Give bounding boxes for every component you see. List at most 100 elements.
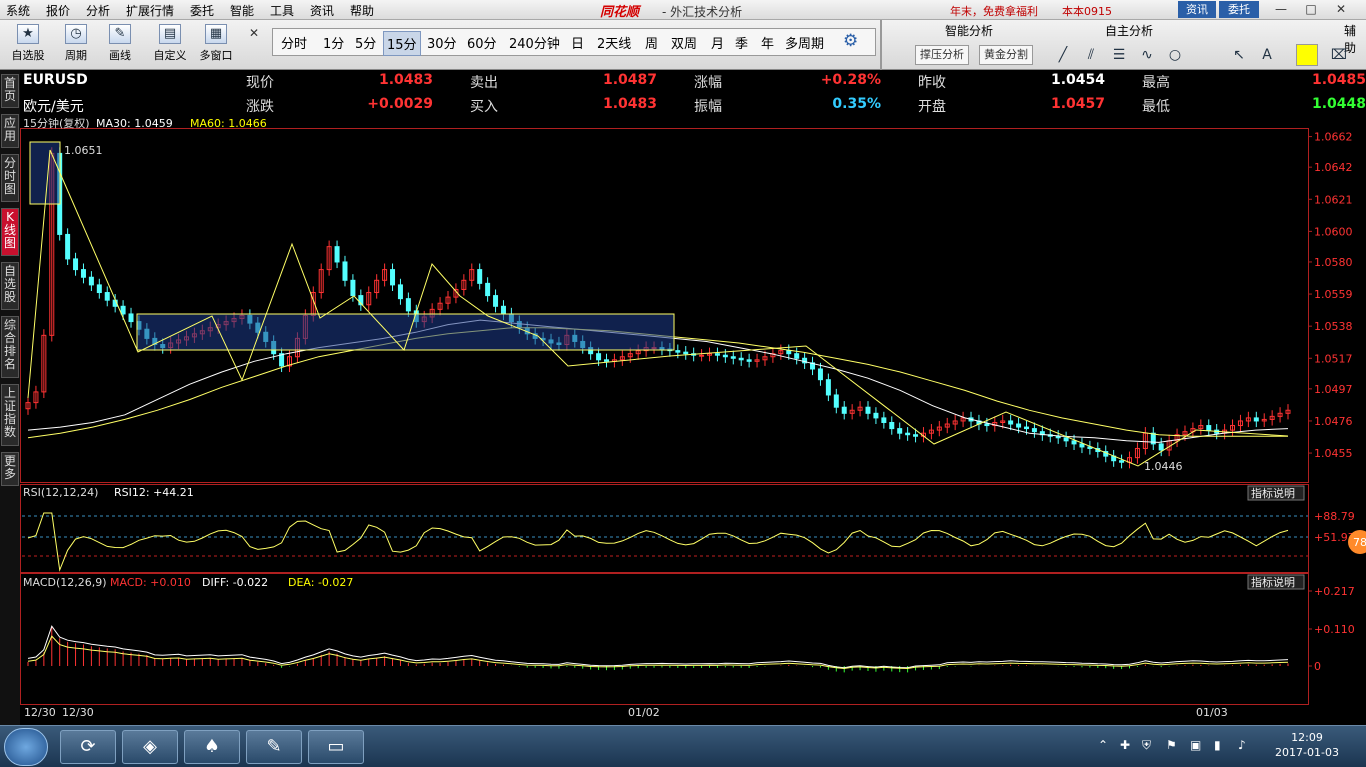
explain-label-1: 指标说明 [1251,575,1295,589]
side-tab-3[interactable]: K线图 [1,208,19,256]
side-tab-5[interactable]: 综合排名 [1,316,19,378]
promo-link[interactable]: 年末，免费拿福利 [950,3,1038,19]
app-icon[interactable]: ◈ [122,730,178,764]
period-8[interactable]: 2天线 [595,33,633,52]
line-tool-icon[interactable]: ╱ [1052,44,1074,66]
paint-icon[interactable]: ✎ [246,730,302,764]
main-indicator-name: 15分钟(复权) [23,118,90,130]
period-10[interactable]: 双周 [669,33,699,52]
close-icon[interactable]: ✕ [1330,1,1352,18]
restore-icon[interactable]: □ [1300,1,1322,18]
menu-item-1[interactable]: 报价 [46,2,70,19]
smart-tool-0[interactable]: 撑压分析 [915,45,969,65]
plus-icon[interactable]: ✚ [1120,738,1130,752]
side-tab-2[interactable]: 分时图 [1,154,19,202]
chevron-up-icon[interactable]: ⌃ [1098,738,1108,752]
price-label-0: 1.0662 [1314,131,1353,144]
gear-icon[interactable]: ⚙ [843,31,858,51]
side-tab-6[interactable]: 上证指数 [1,384,19,446]
period-6[interactable]: 240分钟 [507,33,562,52]
candle-body [397,284,403,300]
period-9[interactable]: 周 [643,33,660,52]
toolbar-button-4[interactable]: ▦ 多窗口 [194,24,238,63]
quote-label-0-2: 涨幅 [694,75,722,91]
period-7[interactable]: 日 [569,33,586,52]
brand-logo: 同花顺 [600,5,640,20]
menu-item-3[interactable]: 扩展行情 [126,2,174,19]
period-2[interactable]: 5分 [353,33,378,52]
side-tab-4[interactable]: 自选股 [1,262,19,310]
candle-body [477,269,483,284]
candle-body [500,305,506,315]
trade-button[interactable]: 委托 [1219,1,1259,18]
shield-icon[interactable]: ⛨ [1142,738,1151,753]
period-1[interactable]: 1分 [321,33,346,52]
toolbar-button-2[interactable]: ✎ 画线 [98,24,142,63]
period-5[interactable]: 60分 [465,33,499,52]
candle-body [390,269,396,286]
clock[interactable]: 12:09 2017-01-03 [1262,730,1352,760]
circle-tool-icon[interactable]: ○ [1164,44,1186,66]
candle-body [786,350,792,355]
candle-body [88,276,94,286]
menu-item-0[interactable]: 系统 [6,2,30,19]
color-picker[interactable] [1296,44,1318,66]
period-14[interactable]: 多周期 [783,33,826,52]
close-panel-icon[interactable]: ✕ [249,26,259,40]
menu-item-8[interactable]: 帮助 [350,2,374,19]
minimize-icon[interactable]: — [1270,1,1292,18]
period-11[interactable]: 月 [709,33,726,52]
start-button[interactable] [4,728,48,766]
quote-value-1-2: 0.35% [832,96,881,112]
period-12[interactable]: 季 [733,33,750,52]
menu-item-6[interactable]: 工具 [270,2,294,19]
period-3[interactable]: 15分 [383,31,421,56]
period-4[interactable]: 30分 [425,33,459,52]
side-tab-1[interactable]: 应用 [1,114,19,148]
macd-axis-label-0: +0.217 [1314,585,1355,598]
signal-icon[interactable]: ▮ [1214,738,1221,752]
volume-icon[interactable]: ♪ [1238,738,1246,752]
cards-icon[interactable]: ♠ [184,730,240,764]
macd-value: MACD: +0.010 [110,576,191,589]
price-label-3: 1.0600 [1314,225,1353,238]
menu-item-4[interactable]: 委托 [190,2,214,19]
period-13[interactable]: 年 [759,33,776,52]
side-tab-7[interactable]: 更多 [1,452,19,486]
browser-icon[interactable]: ⟳ [60,730,116,764]
quote-label-1-1: 买入 [470,99,498,115]
date-label-1: 12/30 [62,706,94,719]
wave-tool-icon[interactable]: ∿ [1136,44,1158,66]
period-0[interactable]: 分时 [279,33,309,52]
flag-icon[interactable]: ⚑ [1166,738,1177,752]
menu-item-2[interactable]: 分析 [86,2,110,19]
toolbar-button-0[interactable]: ★ 自选股 [6,24,50,63]
folder-icon[interactable]: ▭ [308,730,364,764]
user-name[interactable]: 本本0915 [1062,3,1112,19]
menu-item-5[interactable]: 智能 [230,2,254,19]
period-selector: 分时 1分 5分 15分 30分 60分 240分钟日 2天线周双周月季年多周期 ⚙ [272,28,876,56]
toolbar-button-3[interactable]: ▤ 自定义 [148,24,192,63]
main-frame [20,128,1309,483]
menu-item-7[interactable]: 资讯 [310,2,334,19]
toolbar-button-1[interactable]: ◷ 周期 [54,24,98,63]
candle-body [897,428,903,434]
dea-value: DEA: -0.027 [288,576,353,589]
fib-tool-icon[interactable]: ☰ [1108,44,1130,66]
smart-tool-1[interactable]: 黄金分割 [979,45,1033,65]
toolbar-icon-4: ▦ [205,24,227,44]
quote-label-1-2: 振幅 [694,99,722,115]
text-tool-icon[interactable]: A [1256,44,1278,66]
monitor-icon[interactable]: ▣ [1190,738,1201,752]
divider [880,20,882,70]
cursor-icon[interactable]: ↖ [1228,44,1250,66]
erase-tool-icon[interactable]: ⌧ [1328,44,1350,66]
kline-chart[interactable]: 15分钟(复权) MA30: 1.0459 MA60: 1.0466 RSI(12,1… [20,118,1366,725]
quote-value-0-2: +0.28% [820,72,881,88]
side-tab-0[interactable]: 首页 [1,74,19,108]
info-button[interactable]: 资讯 [1178,1,1216,18]
macd-name: MACD(12,26,9) [23,576,107,589]
toolbar-icon-1: ◷ [65,24,87,44]
candle-body [104,292,110,301]
parallel-tool-icon[interactable]: ⫽ [1080,44,1102,66]
